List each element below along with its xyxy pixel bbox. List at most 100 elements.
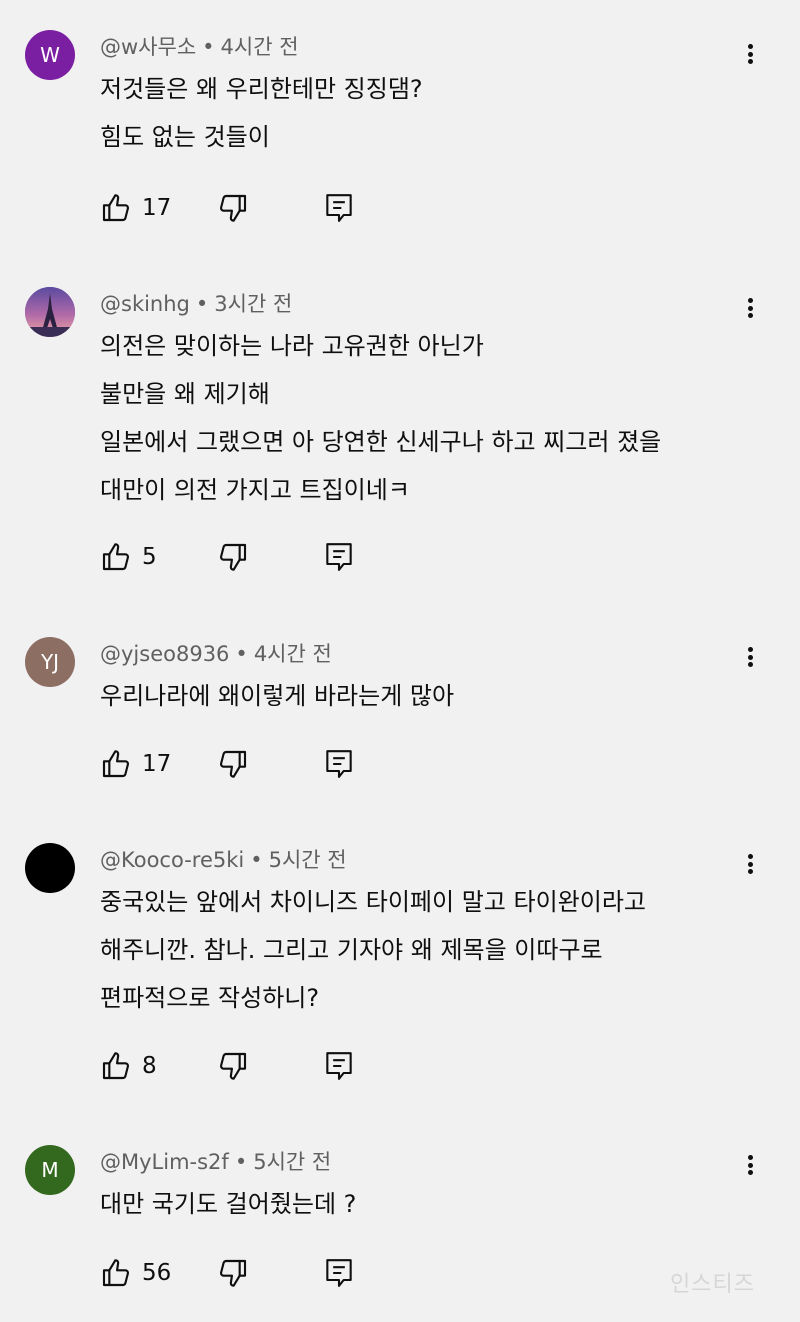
more-vert-icon	[747, 296, 753, 321]
comment-meta: @w사무소 • 4시간 전	[100, 31, 299, 61]
comment-text: 저것들은 왜 우리한테만 징징댐? 힘도 없는 것들이	[100, 65, 423, 161]
comment-actions: 5	[100, 537, 400, 577]
like-count: 17	[142, 195, 172, 221]
comment-actions: 56	[100, 1253, 400, 1293]
comment-time[interactable]: 4시간 전	[254, 642, 332, 666]
watermark: 인스티즈	[670, 1272, 755, 1297]
thumbs-down-icon	[219, 750, 247, 778]
comment-text: 중국있는 앞에서 차이니즈 타이페이 말고 타이완이라고 해주니깐. 참나. 그…	[100, 878, 646, 1022]
dislike-button[interactable]	[217, 744, 249, 784]
comment-text: 의전은 맞이하는 나라 고유권한 아닌가 불만을 왜 제기해 일본에서 그랬으면…	[100, 322, 661, 514]
avatar-letter: YJ	[40, 650, 60, 674]
reply-button[interactable]	[325, 1046, 353, 1086]
reply-button[interactable]	[325, 1253, 353, 1293]
meta-separator: •	[235, 642, 248, 666]
comment-meta: @MyLim-s2f • 5시간 전	[100, 1146, 331, 1176]
like-button[interactable]: 8	[100, 1046, 157, 1086]
avatar[interactable]: YJ	[25, 637, 75, 687]
more-options-button[interactable]	[735, 637, 765, 677]
comment-time[interactable]: 5시간 전	[253, 1150, 331, 1174]
like-count: 17	[142, 751, 172, 777]
comment: @skinhg • 3시간 전 의전은 맞이하는 나라 고유권한 아닌가 불만을 왜…	[0, 282, 800, 582]
comment-meta: @yjseo8936 • 4시간 전	[100, 638, 332, 668]
dislike-button[interactable]	[217, 188, 249, 228]
comment-meta: @Kooco-re5ki • 5시간 전	[100, 844, 347, 874]
more-vert-icon	[747, 852, 753, 877]
author-handle[interactable]: @Kooco-re5ki	[100, 848, 244, 872]
comment-line: 일본에서 그랬으면 아 당연한 신세구나 하고 찌그러 졌을	[100, 428, 662, 456]
meta-separator: •	[234, 1150, 248, 1174]
avatar-letter: M	[41, 1158, 59, 1182]
author-handle[interactable]: @w사무소	[100, 35, 196, 59]
more-options-button[interactable]	[735, 1145, 765, 1185]
like-count: 8	[142, 1053, 157, 1079]
thumbs-down-icon	[219, 194, 247, 222]
comment-line: 해주니깐. 참나. 그리고 기자야 왜 제목을 이따구로	[100, 936, 603, 964]
avatar[interactable]	[25, 843, 75, 893]
comment-line: 중국있는 앞에서 차이니즈 타이페이 말고 타이완이라고	[100, 888, 646, 916]
thumbs-down-icon	[219, 543, 247, 571]
author-handle[interactable]: @skinhg	[100, 292, 190, 316]
comment: YJ @yjseo8936 • 4시간 전 우리나라에 왜이렇게 바라는게 많아 1…	[0, 632, 800, 792]
comment: W @w사무소 • 4시간 전 저것들은 왜 우리한테만 징징댐? 힘도 없는 것들…	[0, 25, 800, 245]
dislike-button[interactable]	[217, 537, 249, 577]
more-vert-icon	[747, 1153, 753, 1178]
meta-separator: •	[202, 35, 215, 59]
comment-line: 대만 국기도 걸어줬는데 ?	[100, 1190, 357, 1218]
like-count: 5	[142, 544, 157, 570]
thumbs-up-icon	[102, 1052, 130, 1080]
meta-separator: •	[195, 292, 209, 316]
comment-meta: @skinhg • 3시간 전	[100, 288, 292, 318]
reply-icon	[326, 194, 352, 222]
comment-text: 우리나라에 왜이렇게 바라는게 많아	[100, 672, 454, 720]
reply-button[interactable]	[325, 537, 353, 577]
thumbs-down-icon	[219, 1052, 247, 1080]
thumbs-up-icon	[102, 1259, 130, 1287]
like-button[interactable]: 17	[100, 188, 171, 228]
like-button[interactable]: 17	[100, 744, 171, 784]
meta-separator: •	[250, 848, 263, 872]
reply-icon	[326, 543, 352, 571]
thumbs-up-icon	[102, 543, 130, 571]
reply-icon	[326, 1259, 352, 1287]
avatar[interactable]	[25, 287, 75, 337]
dislike-button[interactable]	[217, 1046, 249, 1086]
thumbs-up-icon	[102, 194, 130, 222]
avatar[interactable]: W	[25, 30, 75, 80]
reply-icon	[326, 750, 352, 778]
comment-line: 우리나라에 왜이렇게 바라는게 많아	[100, 682, 455, 710]
author-handle[interactable]: @MyLim-s2f	[100, 1150, 229, 1174]
comment-actions: 17	[100, 188, 400, 228]
like-count: 56	[142, 1260, 172, 1286]
like-button[interactable]: 5	[100, 537, 157, 577]
more-options-button[interactable]	[735, 34, 765, 74]
comment-text: 대만 국기도 걸어줬는데 ?	[100, 1180, 356, 1228]
comment-actions: 8	[100, 1046, 400, 1086]
avatar-photo	[25, 287, 75, 337]
comment-line: 편파적으로 작성하니?	[100, 984, 320, 1012]
reply-button[interactable]	[325, 744, 353, 784]
comment-time[interactable]: 4시간 전	[221, 35, 299, 59]
more-options-button[interactable]	[735, 844, 765, 884]
more-vert-icon	[747, 645, 753, 670]
reply-icon	[326, 1052, 352, 1080]
comment-time[interactable]: 5시간 전	[269, 848, 347, 872]
thumbs-down-icon	[219, 1259, 247, 1287]
thumbs-up-icon	[102, 750, 130, 778]
comment-line: 힘도 없는 것들이	[100, 123, 270, 151]
comment-line: 의전은 맞이하는 나라 고유권한 아닌가	[100, 332, 484, 360]
dislike-button[interactable]	[217, 1253, 249, 1293]
author-handle[interactable]: @yjseo8936	[100, 642, 229, 666]
more-options-button[interactable]	[735, 288, 765, 328]
comment-actions: 17	[100, 744, 400, 784]
comment-line: 불만을 왜 제기해	[100, 380, 270, 408]
comment: @Kooco-re5ki • 5시간 전 중국있는 앞에서 차이니즈 타이페이 말고…	[0, 838, 800, 1088]
reply-button[interactable]	[325, 188, 353, 228]
comment-line: 저것들은 왜 우리한테만 징징댐?	[100, 75, 423, 103]
comment-time[interactable]: 3시간 전	[214, 292, 292, 316]
like-button[interactable]: 56	[100, 1253, 171, 1293]
more-vert-icon	[747, 42, 753, 67]
avatar[interactable]: M	[25, 1145, 75, 1195]
avatar-letter: W	[40, 43, 60, 67]
comment-line: 대만이 의전 가지고 트집이네ㅋ	[100, 476, 410, 504]
